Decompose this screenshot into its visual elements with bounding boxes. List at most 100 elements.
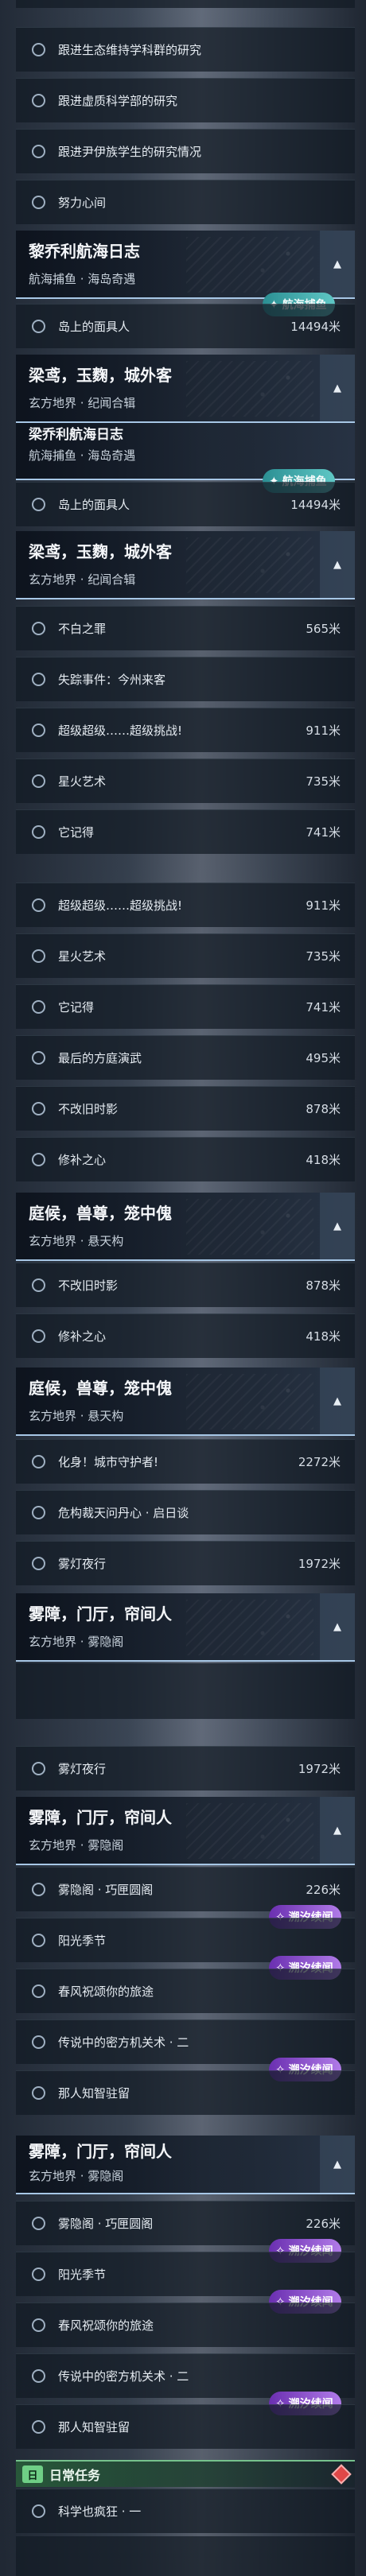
quest-label: 星火艺术 <box>58 774 107 789</box>
quest-row[interactable]: 岛上的面具人 14494米 <box>16 482 355 526</box>
quest-label: 超级超级……超级挑战! <box>58 898 183 913</box>
quest-group-header[interactable]: 庭候，兽尊，笼中傀 玄方地界 · 悬天构 ▲ <box>16 1368 355 1436</box>
quest-label: 努力心间 <box>58 196 107 210</box>
quest-label: 岛上的面具人 <box>58 320 130 334</box>
quest-group-header[interactable]: 庭候，兽尊，笼中傀 玄方地界 · 悬天构 ▲ <box>16 1193 355 1261</box>
circle-icon <box>32 774 45 788</box>
group-subtitle: 玄方地界 · 悬天构 <box>29 1234 124 1248</box>
group-title: 庭候，兽尊，笼中傀 <box>29 1204 172 1223</box>
collapse-chevron-icon[interactable]: ▲ <box>320 231 355 297</box>
collapse-chevron-icon[interactable]: ▲ <box>320 1193 355 1259</box>
group-title: 梁乔利航海日志 <box>29 427 123 443</box>
quest-label: 跟进尹伊族学生的研究情况 <box>58 145 202 159</box>
collapse-chevron-icon[interactable]: ▲ <box>320 2136 355 2193</box>
quest-list: 跟进生态维持学科群的研究 跟进虚质科学部的研究 跟进尹伊族学生的研究情况 努力心… <box>0 0 366 2576</box>
quest-row[interactable]: 跟进尹伊族学生的研究情况 <box>16 129 355 173</box>
quest-label: 雾灯夜行 <box>58 1762 107 1776</box>
quest-row[interactable]: 科学也疯狂 · 一 <box>16 2489 355 2533</box>
quest-distance: 878米 <box>306 1278 341 1293</box>
quest-label: 科学也疯狂 · 一 <box>58 2504 142 2519</box>
collapse-chevron-icon[interactable]: ▲ <box>320 1368 355 1434</box>
quest-group-header[interactable]: 梁鸢，玉麴，城外客 玄方地界 · 纪闻合辑 ▲ <box>16 355 355 423</box>
group-subtitle: 玄方地界 · 雾隐阁 <box>29 1635 124 1649</box>
quest-distance: 911米 <box>306 898 341 913</box>
quest-row[interactable]: 星火艺术 735米 <box>16 758 355 803</box>
quest-row[interactable]: 跟进虚质科学部的研究 <box>16 78 355 122</box>
quest-row[interactable]: 春风祝颂你的旅途 <box>16 1969 355 2013</box>
quest-row[interactable]: 它记得 741米 <box>16 809 355 854</box>
circle-icon <box>32 1506 45 1519</box>
quest-row[interactable]: 那人知智驻留 <box>16 2404 355 2449</box>
quest-label: 修补之心 <box>58 1329 107 1344</box>
quest-label: 那人知智驻留 <box>58 2420 130 2434</box>
circle-icon <box>32 825 45 839</box>
quest-row[interactable]: 修补之心 418米 <box>16 1137 355 1181</box>
quest-row[interactable]: 雾灯夜行 1972米 <box>16 1541 355 1585</box>
list-overlap-region <box>16 1663 355 1719</box>
header-decoration <box>186 1199 313 1255</box>
quest-row[interactable]: 那人知智驻留 <box>16 2070 355 2115</box>
circle-icon <box>32 1000 45 1014</box>
quest-row[interactable]: 化身！城市守护者! 2272米 <box>16 1439 355 1484</box>
quest-row[interactable]: 修补之心 418米 <box>16 1313 355 1358</box>
header-decoration <box>186 361 313 417</box>
circle-icon <box>32 622 45 635</box>
quest-row[interactable]: 危构裁天问丹心 · 启日谈 <box>16 1490 355 1534</box>
quest-group-header[interactable]: 梁鸢，玉麴，城外客 玄方地界 · 纪闻合辑 ▲ <box>16 531 355 599</box>
quest-label: 它记得 <box>58 825 95 840</box>
quest-row[interactable]: 努力心间 <box>16 180 355 224</box>
quest-distance: 735米 <box>306 949 341 964</box>
daily-tasks-header[interactable]: 日 日常任务 <box>16 2460 355 2487</box>
circle-icon <box>32 2369 45 2383</box>
collapse-chevron-icon[interactable]: ▲ <box>320 355 355 421</box>
group-title: 雾障，门厅，帘间人 <box>29 1604 172 1624</box>
quest-label: 超级超级……超级挑战! <box>58 724 183 738</box>
quest-row[interactable]: 跟进生态维持学科群的研究 <box>16 27 355 72</box>
quest-label: 雾隐阁 · 巧匣圆阁 <box>58 2217 154 2231</box>
quest-row[interactable]: 不白之罪 565米 <box>16 606 355 650</box>
header-decoration <box>186 537 313 593</box>
quest-row[interactable]: 最后的方庭演武 495米 <box>16 1035 355 1080</box>
circle-icon <box>32 1153 45 1166</box>
quest-row[interactable]: 岛上的面具人 14494米 <box>16 304 355 348</box>
quest-label: 跟进生态维持学科群的研究 <box>58 43 202 57</box>
circle-icon <box>32 2217 45 2230</box>
quest-row[interactable]: 星火艺术 735米 <box>16 933 355 978</box>
collapse-chevron-icon[interactable]: ▲ <box>320 1593 355 1660</box>
quest-group-header[interactable]: 雾障，门厅，帘间人 玄方地界 · 雾隐阁 ▲ <box>16 1593 355 1662</box>
group-subtitle: 玄方地界 · 雾隐阁 <box>29 1838 124 1852</box>
quest-group-header[interactable]: 雾障，门厅，帘间人 玄方地界 · 雾隐阁 ▲ <box>16 1797 355 1865</box>
group-subtitle: 玄方地界 · 纪闻合辑 <box>29 396 136 410</box>
quest-row[interactable]: 不改旧时影 878米 <box>16 1086 355 1131</box>
quest-row[interactable]: 失踪事件：今州来客 <box>16 657 355 701</box>
alert-diamond-icon <box>331 2464 352 2485</box>
quest-label: 化身！城市守护者! <box>58 1455 159 1469</box>
quest-group-header[interactable]: 黎乔利航海日志 航海捕鱼 · 海岛奇遇 ▲ <box>16 231 355 299</box>
circle-icon <box>32 43 45 56</box>
quest-row[interactable]: 它记得 741米 <box>16 984 355 1029</box>
quest-row[interactable]: 不改旧时影 878米 <box>16 1263 355 1307</box>
quest-distance: 226米 <box>306 2217 341 2231</box>
quest-group-header[interactable]: 雾障，门厅，帘间人 玄方地界 · 雾隐阁 ▲ <box>16 2136 355 2194</box>
quest-distance: 565米 <box>306 622 341 636</box>
circle-icon <box>32 1051 45 1065</box>
collapse-chevron-icon[interactable]: ▲ <box>320 531 355 598</box>
circle-icon <box>32 1883 45 1896</box>
quest-distance: 741米 <box>306 1000 341 1014</box>
header-decoration <box>186 1803 313 1859</box>
collapse-chevron-icon[interactable]: ▲ <box>320 1797 355 1864</box>
quest-row[interactable]: 超级超级……超级挑战! 911米 <box>16 708 355 752</box>
circle-icon <box>32 2086 45 2100</box>
quest-label: 春风祝颂你的旅途 <box>58 1984 154 1999</box>
quest-label: 跟进虚质科学部的研究 <box>58 94 178 108</box>
quest-row[interactable]: 超级超级……超级挑战! 911米 <box>16 883 355 927</box>
quest-row[interactable]: 春风祝颂你的旅途 <box>16 2302 355 2347</box>
circle-icon <box>32 949 45 963</box>
group-title: 梁鸢，玉麴，城外客 <box>29 542 172 561</box>
quest-label: 阳光季节 <box>58 2268 107 2282</box>
circle-icon <box>32 2504 45 2518</box>
quest-distance: 1972米 <box>298 1557 341 1571</box>
quest-row[interactable]: 雾灯夜行 1972米 <box>16 1746 355 1790</box>
quest-distance: 418米 <box>306 1153 341 1167</box>
group-title: 梁鸢，玉麴，城外客 <box>29 366 172 385</box>
